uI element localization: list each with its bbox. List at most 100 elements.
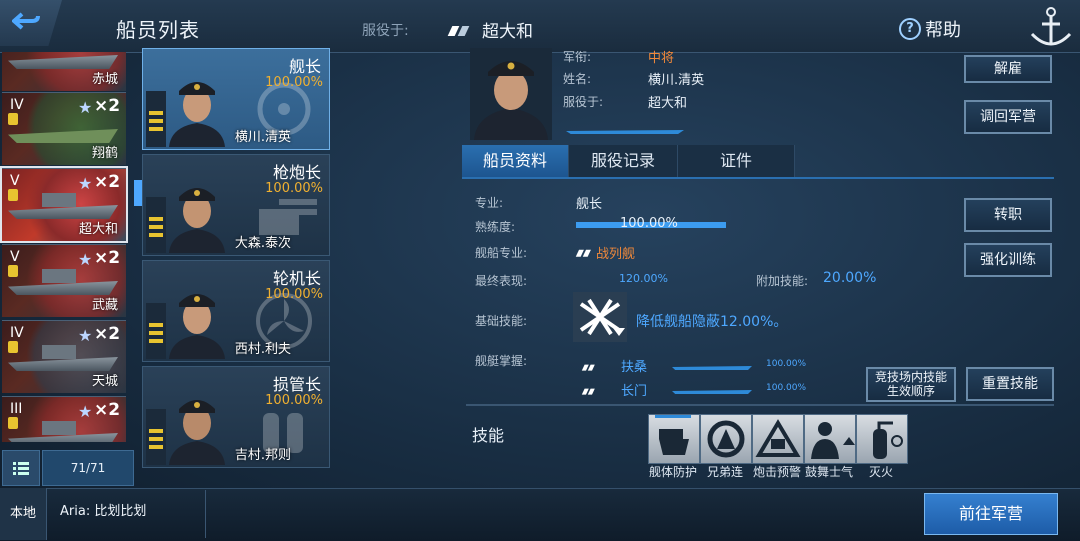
tab-service-record[interactable]: 服役记录	[569, 145, 678, 177]
back-arrow-icon	[12, 12, 40, 30]
skill-label: 灭火	[868, 465, 893, 479]
crew-card-gunnery[interactable]: 枪炮长 100.00% 大森.泰次	[142, 154, 330, 256]
stealth-reduction-icon	[573, 292, 627, 342]
rank-value: 中将	[648, 51, 675, 66]
proficiency-value: 100.00%	[620, 216, 678, 231]
ship-card-selected[interactable]: V ★ ×2 超大和	[0, 166, 128, 243]
serve-label-profile: 服役于:	[563, 95, 604, 109]
arena-skill-order-line2: 生效顺序	[886, 384, 935, 398]
mastery-ship: 长门	[621, 384, 648, 399]
divider	[466, 404, 1054, 406]
ship-card[interactable]: V ★ ×2 武藏	[2, 244, 126, 317]
medal-icon	[8, 265, 18, 277]
anchor-icon[interactable]	[1026, 4, 1076, 50]
tab-certificate[interactable]: 证件	[678, 145, 795, 177]
help-button[interactable]: 帮助	[925, 16, 961, 42]
ship-name: 翔鹤	[91, 146, 118, 161]
ship-list-scrollbar[interactable]	[134, 180, 142, 206]
goto-barracks-button[interactable]: 前往军营	[924, 493, 1058, 535]
ship-card[interactable]: III ★ ×2	[2, 396, 126, 442]
ship-list: 赤城 IV ★ ×2 翔鹤 V ★ ×2 超大和 V ★ ×2 武藏 IV ★ …	[0, 52, 134, 442]
base-skill-label: 基础技能:	[475, 314, 528, 328]
crew-name: 大森.泰次	[234, 236, 291, 251]
spec-label: 专业:	[475, 196, 504, 210]
ship-tier: V	[10, 173, 20, 189]
final-performance-label: 最终表现:	[475, 274, 528, 288]
crew-card-captain[interactable]: 舰长 100.00% 横川.清英	[142, 48, 330, 150]
name-label: 姓名:	[563, 72, 592, 86]
hull-protection-icon[interactable]	[648, 414, 700, 464]
ship-multiplier: ×2	[94, 324, 121, 344]
crew-name: 横川.清英	[234, 130, 291, 145]
ship-spec-value: 战列舰	[596, 247, 636, 262]
ship-spec-label: 舰船专业:	[475, 246, 528, 260]
extra-skill-label: 附加技能:	[756, 274, 809, 288]
tab-underline	[462, 177, 1054, 179]
extinguisher-icon[interactable]	[856, 414, 908, 464]
crew-portrait	[169, 82, 225, 147]
medal-icon	[8, 113, 18, 125]
skill-label: 鼓舞士气	[804, 465, 853, 479]
mastery-label: 舰艇掌握:	[475, 354, 528, 368]
help-icon[interactable]: ?	[899, 18, 921, 40]
crew-proficiency: 100.00%	[265, 75, 323, 90]
mastery-pct: 100.00%	[766, 383, 807, 393]
arena-skill-order-button[interactable]: 竞技场内技能 生效顺序	[866, 367, 956, 402]
medal-icon	[8, 417, 18, 429]
chat-message: Aria: 比划比划	[60, 504, 147, 519]
dismiss-button[interactable]: 解雇	[964, 55, 1052, 83]
crew-card-damage-control[interactable]: 损管长 100.00% 吉村.邦则	[142, 366, 330, 468]
ship-card[interactable]: IV ★ ×2 翔鹤	[2, 92, 126, 165]
crew-proficiency: 100.00%	[265, 181, 323, 196]
star-icon: ★	[78, 326, 93, 345]
list-menu-button[interactable]	[2, 450, 40, 486]
rank-insignia	[146, 91, 166, 147]
ship-tier: IV	[10, 97, 24, 113]
ship-class-icon	[581, 385, 606, 404]
skill-label: 舰体防护	[648, 465, 697, 479]
spec-value: 舰长	[576, 197, 603, 212]
skill-label: 炮击预警	[752, 465, 801, 479]
crew-role: 轮机长	[272, 269, 321, 288]
ship-card[interactable]: IV ★ ×2 天城	[2, 320, 126, 393]
gun-warning-icon[interactable]	[752, 414, 804, 464]
ship-class-icon	[447, 22, 472, 41]
divider	[205, 490, 206, 538]
star-icon: ★	[78, 98, 93, 117]
ship-multiplier: ×2	[94, 96, 121, 116]
reset-skills-button[interactable]: 重置技能	[966, 367, 1054, 401]
crew-portrait	[169, 294, 225, 359]
star-icon: ★	[78, 402, 93, 421]
local-chat-button[interactable]: 本地	[0, 488, 47, 540]
crew-portrait	[169, 400, 225, 465]
crew-name: 吉村.邦则	[234, 448, 291, 463]
ship-name: 超大和	[78, 222, 118, 237]
brotherhood-icon[interactable]	[700, 414, 752, 464]
serve-value: 超大和	[648, 96, 688, 111]
crew-role: 舰长	[288, 57, 321, 76]
base-skill-value: 降低舰船隐蔽12.00%。	[636, 314, 788, 330]
name-value: 横川.清英	[648, 73, 705, 88]
crew-proficiency: 100.00%	[265, 287, 323, 302]
crew-card-engineer[interactable]: 轮机长 100.00% 西村.利夫	[142, 260, 330, 362]
morale-icon[interactable]	[804, 414, 856, 464]
ship-class-icon	[581, 361, 606, 380]
ship-tier: III	[10, 401, 23, 417]
ship-multiplier: ×2	[94, 172, 121, 192]
ship-multiplier: ×2	[94, 248, 121, 268]
list-icon	[13, 462, 29, 475]
transfer-button[interactable]: 转职	[964, 198, 1052, 232]
extra-skill-value: 20.00%	[823, 270, 877, 286]
ship-card[interactable]: 赤城	[2, 52, 126, 91]
mastery-ship: 扶桑	[621, 360, 648, 375]
skill-label: 兄弟连	[706, 465, 743, 479]
crew-role: 损管长	[272, 375, 321, 394]
rank-insignia	[146, 303, 166, 359]
tab-crew-info[interactable]: 船员资料	[462, 145, 569, 177]
rank-insignia	[146, 197, 166, 253]
star-icon: ★	[78, 250, 93, 269]
return-barracks-button[interactable]: 调回军营	[964, 100, 1052, 134]
serve-label: 服役于:	[362, 23, 409, 39]
bottom-bar	[0, 488, 1080, 541]
enhanced-training-button[interactable]: 强化训练	[964, 243, 1052, 277]
